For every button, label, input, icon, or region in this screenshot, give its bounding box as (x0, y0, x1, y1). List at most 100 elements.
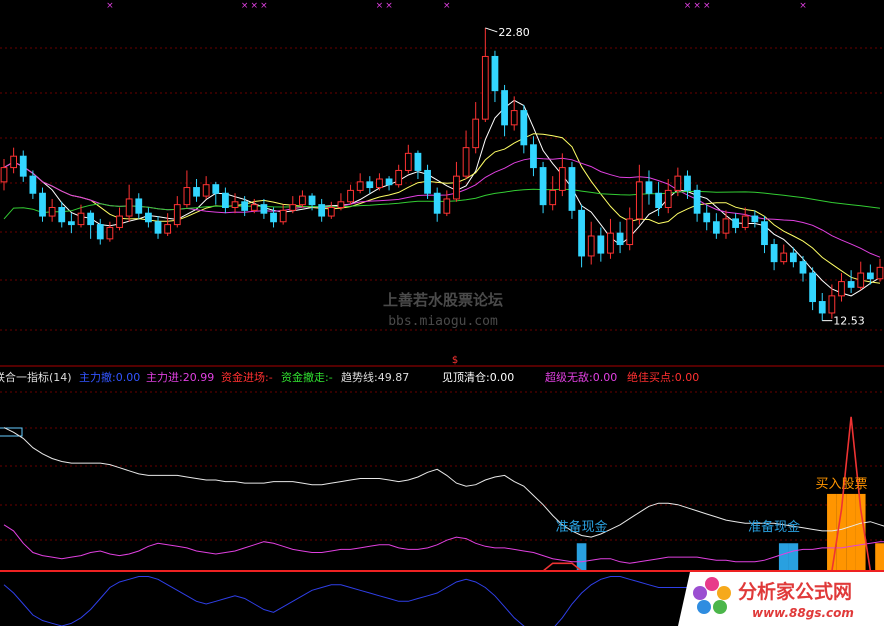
candle-body (645, 181, 653, 194)
candle-body (222, 192, 229, 208)
indicator-grid (0, 391, 884, 541)
candle-body (164, 224, 172, 234)
candle-body (761, 221, 768, 246)
signal-mark: × (376, 1, 384, 11)
candle-body (780, 252, 788, 263)
candle-body (356, 181, 364, 191)
candlestick-series (0, 27, 884, 321)
candle (568, 161, 576, 219)
candle-body (173, 204, 181, 226)
candle (433, 187, 441, 222)
candle (376, 173, 383, 191)
indicator-bar (846, 493, 856, 571)
candle-body (48, 207, 56, 217)
candle (337, 193, 345, 211)
candle-body (857, 272, 865, 288)
candle-body (395, 169, 403, 186)
candle-body (347, 189, 354, 203)
candle (48, 198, 56, 222)
candle (693, 184, 701, 222)
stock-chart-canvas: × × × × × × × × × × × 上善若水股票论坛 bbs.miaogu.com 22.8… (0, 1, 884, 626)
candle (587, 221, 595, 265)
candle (751, 210, 759, 228)
candle (106, 221, 114, 242)
candle-body (424, 169, 431, 194)
price-grid (0, 47, 884, 331)
candle (741, 207, 749, 231)
candle-body (96, 224, 104, 240)
candle-body (539, 167, 547, 206)
candle (597, 227, 605, 262)
candle (19, 150, 27, 182)
candle (58, 201, 66, 228)
candle-body (202, 184, 210, 197)
candle-body (722, 218, 730, 234)
candle-body (145, 212, 152, 223)
candle-body (414, 152, 422, 171)
candle-body (19, 155, 27, 177)
indicator-bar (875, 543, 884, 571)
candle (356, 173, 364, 194)
candle-body (616, 232, 624, 246)
candle-body (193, 187, 200, 197)
indicator-item: 趋势线:49.87 (341, 370, 409, 384)
candle (645, 170, 653, 205)
indicator-signal-label: 准备现金 (556, 519, 608, 535)
indicator-item: 主力进:20.99 (146, 371, 214, 384)
candle (212, 181, 220, 205)
candle-body (77, 212, 85, 226)
candle (299, 190, 306, 208)
indicator-item: 资金撤走:- (281, 370, 333, 384)
site-logo: 分析家公式网 www.88gs.com (678, 572, 884, 626)
candle (626, 207, 634, 251)
logo-title: 分析家公式网 (738, 580, 852, 603)
candle (0, 159, 8, 191)
indicator-item: 见顶清仓:0.00 (442, 370, 514, 384)
signal-mark: × (260, 1, 268, 11)
candle-body (770, 244, 778, 263)
candle (684, 170, 691, 199)
candle (664, 179, 672, 214)
low-price-label: 12.53 (833, 315, 865, 328)
candle-body (838, 281, 845, 297)
candle-body (472, 118, 480, 149)
candle-body (443, 198, 451, 214)
candle (780, 244, 788, 265)
candle-body (116, 215, 123, 228)
candle (260, 198, 268, 219)
candle (761, 216, 768, 254)
candle-body (433, 192, 441, 214)
candle (222, 187, 229, 214)
candle-body (462, 147, 470, 177)
candle (857, 261, 865, 291)
candle (116, 207, 123, 231)
candle-body (828, 295, 836, 314)
candle-body (299, 195, 306, 206)
candle-body (491, 55, 499, 92)
candle (578, 204, 585, 268)
candle-body (260, 204, 268, 214)
candle-body (250, 204, 258, 211)
candle-body (530, 144, 537, 169)
candle-body (212, 184, 220, 194)
candle (549, 176, 557, 211)
candle (472, 102, 480, 154)
candle-body (520, 110, 528, 146)
indicator-bar (827, 493, 837, 571)
candle (770, 238, 778, 271)
candle-body (125, 198, 133, 217)
candle (395, 164, 403, 188)
candle (799, 255, 807, 282)
dollar-icon: $ (452, 355, 458, 366)
indicator-name: 联合一指标(14) (0, 370, 72, 384)
candle-body (270, 212, 277, 223)
candle-body (866, 272, 874, 280)
watermark-title: 上善若水股票论坛 (383, 291, 503, 309)
candle (404, 144, 412, 174)
candle-body (183, 187, 191, 206)
candle-body (481, 55, 489, 120)
candle (635, 164, 643, 225)
candle-body (10, 155, 18, 169)
super-signal-line (4, 416, 884, 572)
indicator-item: 主力撤:0.00 (79, 370, 140, 384)
